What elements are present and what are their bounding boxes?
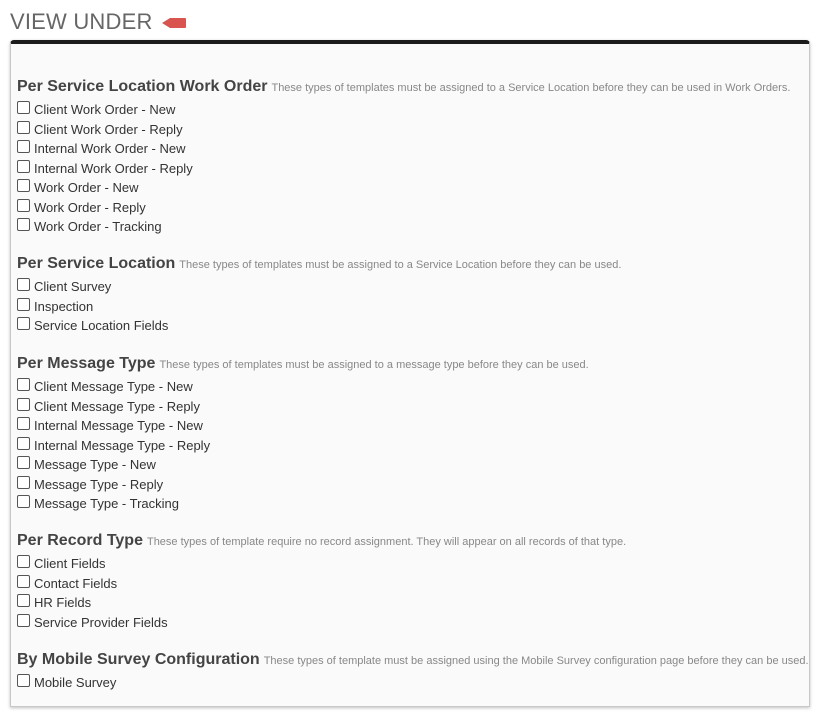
option-mobile-survey[interactable]: Mobile Survey bbox=[17, 673, 809, 693]
option-label: Client Fields bbox=[34, 556, 106, 572]
page-title: VIEW UNDER bbox=[10, 9, 153, 34]
section-title: By Mobile Survey Configuration bbox=[17, 651, 260, 668]
option-client-fields[interactable]: Client Fields bbox=[17, 554, 626, 574]
option-label: Client Message Type - Reply bbox=[34, 398, 200, 414]
checkbox[interactable] bbox=[17, 613, 30, 627]
checkbox[interactable] bbox=[17, 140, 30, 154]
option-client-work-order-reply[interactable]: Client Work Order - Reply bbox=[17, 120, 790, 140]
section-title: Per Service Location Work Order bbox=[17, 78, 268, 95]
option-message-type-new[interactable]: Message Type - New bbox=[17, 455, 589, 475]
option-label: Client Survey bbox=[34, 279, 112, 295]
option-service-location-fields[interactable]: Service Location Fields bbox=[17, 316, 621, 336]
section-per-service-location-work-order: Per Service Location Work Order These ty… bbox=[17, 78, 790, 237]
section-description: These types of templates must be assigne… bbox=[179, 259, 622, 271]
option-work-order-reply[interactable]: Work Order - Reply bbox=[17, 198, 790, 218]
option-label: HR Fields bbox=[34, 595, 92, 611]
option-client-message-type-reply[interactable]: Client Message Type - Reply bbox=[17, 397, 589, 417]
option-label: Service Location Fields bbox=[34, 318, 169, 334]
checkbox[interactable] bbox=[17, 555, 30, 569]
section-description: These types of template require no recor… bbox=[146, 536, 627, 548]
option-internal-work-order-reply[interactable]: Internal Work Order - Reply bbox=[17, 159, 790, 179]
option-label: Mobile Survey bbox=[34, 675, 117, 691]
option-label: Internal Work Order - Reply bbox=[34, 160, 193, 176]
option-label: Client Work Order - Reply bbox=[34, 121, 183, 137]
option-client-message-type-new[interactable]: Client Message Type - New bbox=[17, 377, 589, 397]
checkbox[interactable] bbox=[17, 297, 30, 311]
checkbox[interactable] bbox=[17, 120, 30, 134]
checkbox[interactable] bbox=[17, 495, 30, 509]
section-per-record-type: Per Record Type These types of template … bbox=[17, 532, 626, 632]
checkbox[interactable] bbox=[17, 378, 30, 392]
section-title: Per Service Location bbox=[17, 255, 176, 272]
option-label: Service Provider Fields bbox=[34, 614, 168, 630]
option-message-type-reply[interactable]: Message Type - Reply bbox=[17, 475, 589, 495]
checkbox[interactable] bbox=[17, 475, 30, 489]
section-by-mobile-survey-configuration: By Mobile Survey Configuration These typ… bbox=[17, 651, 809, 693]
option-label: Work Order - Tracking bbox=[34, 219, 162, 235]
option-label: Contact Fields bbox=[34, 575, 118, 591]
checkbox[interactable] bbox=[17, 456, 30, 470]
section-description: These types of templates must be assigne… bbox=[271, 82, 791, 94]
option-work-order-tracking[interactable]: Work Order - Tracking bbox=[17, 217, 790, 237]
checkbox[interactable] bbox=[17, 317, 30, 331]
checkbox[interactable] bbox=[17, 397, 30, 411]
checkbox[interactable] bbox=[17, 198, 30, 212]
checkbox[interactable] bbox=[17, 159, 30, 173]
checkbox[interactable] bbox=[17, 674, 30, 688]
checkbox[interactable] bbox=[17, 218, 30, 232]
option-label: Message Type - New bbox=[34, 457, 156, 473]
option-label: Message Type - Reply bbox=[34, 476, 164, 492]
option-label: Client Message Type - New bbox=[34, 379, 193, 395]
option-contact-fields[interactable]: Contact Fields bbox=[17, 574, 626, 594]
option-label: Internal Message Type - New bbox=[34, 418, 203, 434]
option-client-work-order-new[interactable]: Client Work Order - New bbox=[17, 100, 790, 120]
option-label: Work Order - New bbox=[34, 180, 139, 196]
section-title: Per Message Type bbox=[17, 355, 156, 372]
option-message-type-tracking[interactable]: Message Type - Tracking bbox=[17, 494, 589, 514]
option-internal-message-type-new[interactable]: Internal Message Type - New bbox=[17, 416, 589, 436]
option-label: Message Type - Tracking bbox=[34, 496, 179, 512]
option-label: Work Order - Reply bbox=[34, 199, 146, 215]
section-title: Per Record Type bbox=[17, 532, 143, 549]
option-label: Inspection bbox=[34, 298, 94, 314]
option-label: Internal Message Type - Reply bbox=[34, 437, 211, 453]
option-hr-fields[interactable]: HR Fields bbox=[17, 593, 626, 613]
option-label: Client Work Order - New bbox=[34, 102, 176, 118]
checkbox[interactable] bbox=[17, 179, 30, 193]
view-under-panel: Per Service Location Work Order These ty… bbox=[10, 40, 810, 707]
checkbox[interactable] bbox=[17, 101, 30, 115]
checkbox[interactable] bbox=[17, 436, 30, 450]
option-internal-message-type-reply[interactable]: Internal Message Type - Reply bbox=[17, 436, 589, 456]
checkbox[interactable] bbox=[17, 417, 30, 431]
option-inspection[interactable]: Inspection bbox=[17, 297, 621, 317]
option-internal-work-order-new[interactable]: Internal Work Order - New bbox=[17, 139, 790, 159]
checkbox[interactable] bbox=[17, 278, 30, 292]
option-work-order-new[interactable]: Work Order - New bbox=[17, 178, 790, 198]
option-service-provider-fields[interactable]: Service Provider Fields bbox=[17, 613, 626, 633]
section-description: These types of templates must be assigne… bbox=[159, 359, 589, 371]
page-header: VIEW UNDER bbox=[10, 8, 186, 36]
red-tag-arrow-icon[interactable] bbox=[161, 17, 186, 29]
option-client-survey[interactable]: Client Survey bbox=[17, 277, 621, 297]
checkbox[interactable] bbox=[17, 594, 30, 608]
section-description: These types of template must be assigned… bbox=[263, 655, 809, 667]
section-per-message-type: Per Message Type These types of template… bbox=[17, 355, 589, 514]
section-per-service-location: Per Service Location These types of temp… bbox=[17, 255, 621, 336]
checkbox[interactable] bbox=[17, 574, 30, 588]
option-label: Internal Work Order - New bbox=[34, 141, 186, 157]
